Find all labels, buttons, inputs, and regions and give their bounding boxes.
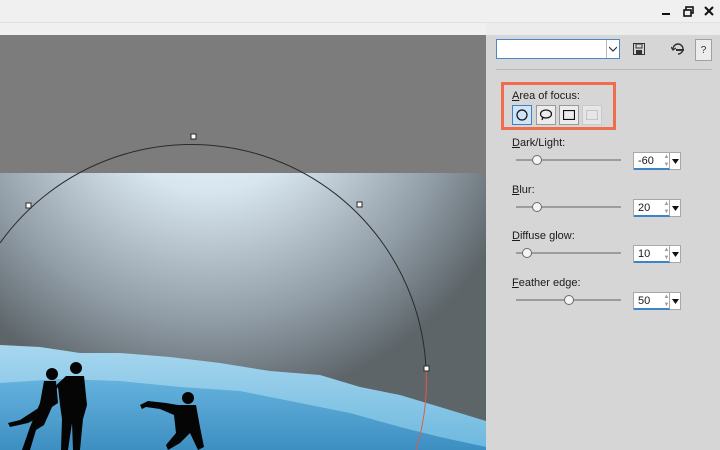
control-label-0: Dark/Light: xyxy=(512,137,566,149)
control-label-2: Diffuse glow: xyxy=(512,230,575,242)
preset-dropdown[interactable] xyxy=(496,39,620,59)
control-label-3: Feather edge: xyxy=(512,277,581,289)
spin-underline xyxy=(634,215,670,217)
chevron-down-icon[interactable] xyxy=(669,293,680,309)
slider-thumb-2[interactable] xyxy=(521,248,532,258)
chevron-down-icon[interactable] xyxy=(606,40,619,58)
handle-top[interactable] xyxy=(190,133,197,140)
value-spinbox-1[interactable]: 20 ▲ ▼ xyxy=(633,199,681,217)
handle-right[interactable] xyxy=(423,365,430,372)
spin-value[interactable]: 50 xyxy=(638,295,650,307)
spin-underline xyxy=(634,261,670,263)
lasso-icon xyxy=(539,109,553,121)
spin-value[interactable]: 20 xyxy=(638,202,650,214)
chevron-down-icon[interactable] xyxy=(669,153,680,169)
help-button[interactable]: ? xyxy=(695,39,712,61)
reset-icon[interactable] xyxy=(669,40,687,58)
chevron-down-icon[interactable] xyxy=(669,200,680,216)
spin-underline xyxy=(634,308,670,310)
slider-thumb-0[interactable] xyxy=(532,155,542,165)
value-spinbox-0[interactable]: -60 ▲ ▼ xyxy=(633,152,681,170)
focus-circle-button[interactable] xyxy=(512,105,532,125)
properties-panel: ? Area of focus: Dark/Light: -60 ▲ ▼ Blur: 20… xyxy=(486,35,720,450)
photo-preview xyxy=(0,35,486,450)
title-bar xyxy=(0,0,720,23)
slider-track-2[interactable] xyxy=(516,252,621,254)
image-canvas[interactable] xyxy=(0,35,486,450)
focus-freehand-button[interactable] xyxy=(536,105,556,125)
chevron-down-icon[interactable] xyxy=(669,246,680,262)
control-label-1: Blur: xyxy=(512,184,535,196)
save-icon[interactable] xyxy=(630,40,648,58)
panel-divider xyxy=(496,69,712,70)
slider-thumb-3[interactable] xyxy=(563,295,574,305)
focus-disabled-button xyxy=(582,105,602,125)
rectangle-disabled-icon xyxy=(586,110,598,120)
slider-thumb-1[interactable] xyxy=(532,202,542,212)
spin-value[interactable]: 10 xyxy=(638,248,650,260)
spin-underline xyxy=(634,168,670,170)
value-spinbox-3[interactable]: 50 ▲ ▼ xyxy=(633,292,681,310)
circle-icon xyxy=(516,109,528,121)
handle-top-left[interactable] xyxy=(25,202,32,209)
close-icon[interactable] xyxy=(700,3,718,19)
handle-top-right[interactable] xyxy=(356,201,363,208)
minimize-icon[interactable] xyxy=(657,3,675,19)
restore-icon[interactable] xyxy=(679,3,697,19)
panel-top-strip xyxy=(486,23,720,35)
rectangle-icon xyxy=(563,110,575,120)
focus-rectangle-button[interactable] xyxy=(559,105,579,125)
value-spinbox-2[interactable]: 10 ▲ ▼ xyxy=(633,245,681,263)
spin-value[interactable]: -60 xyxy=(638,155,654,167)
